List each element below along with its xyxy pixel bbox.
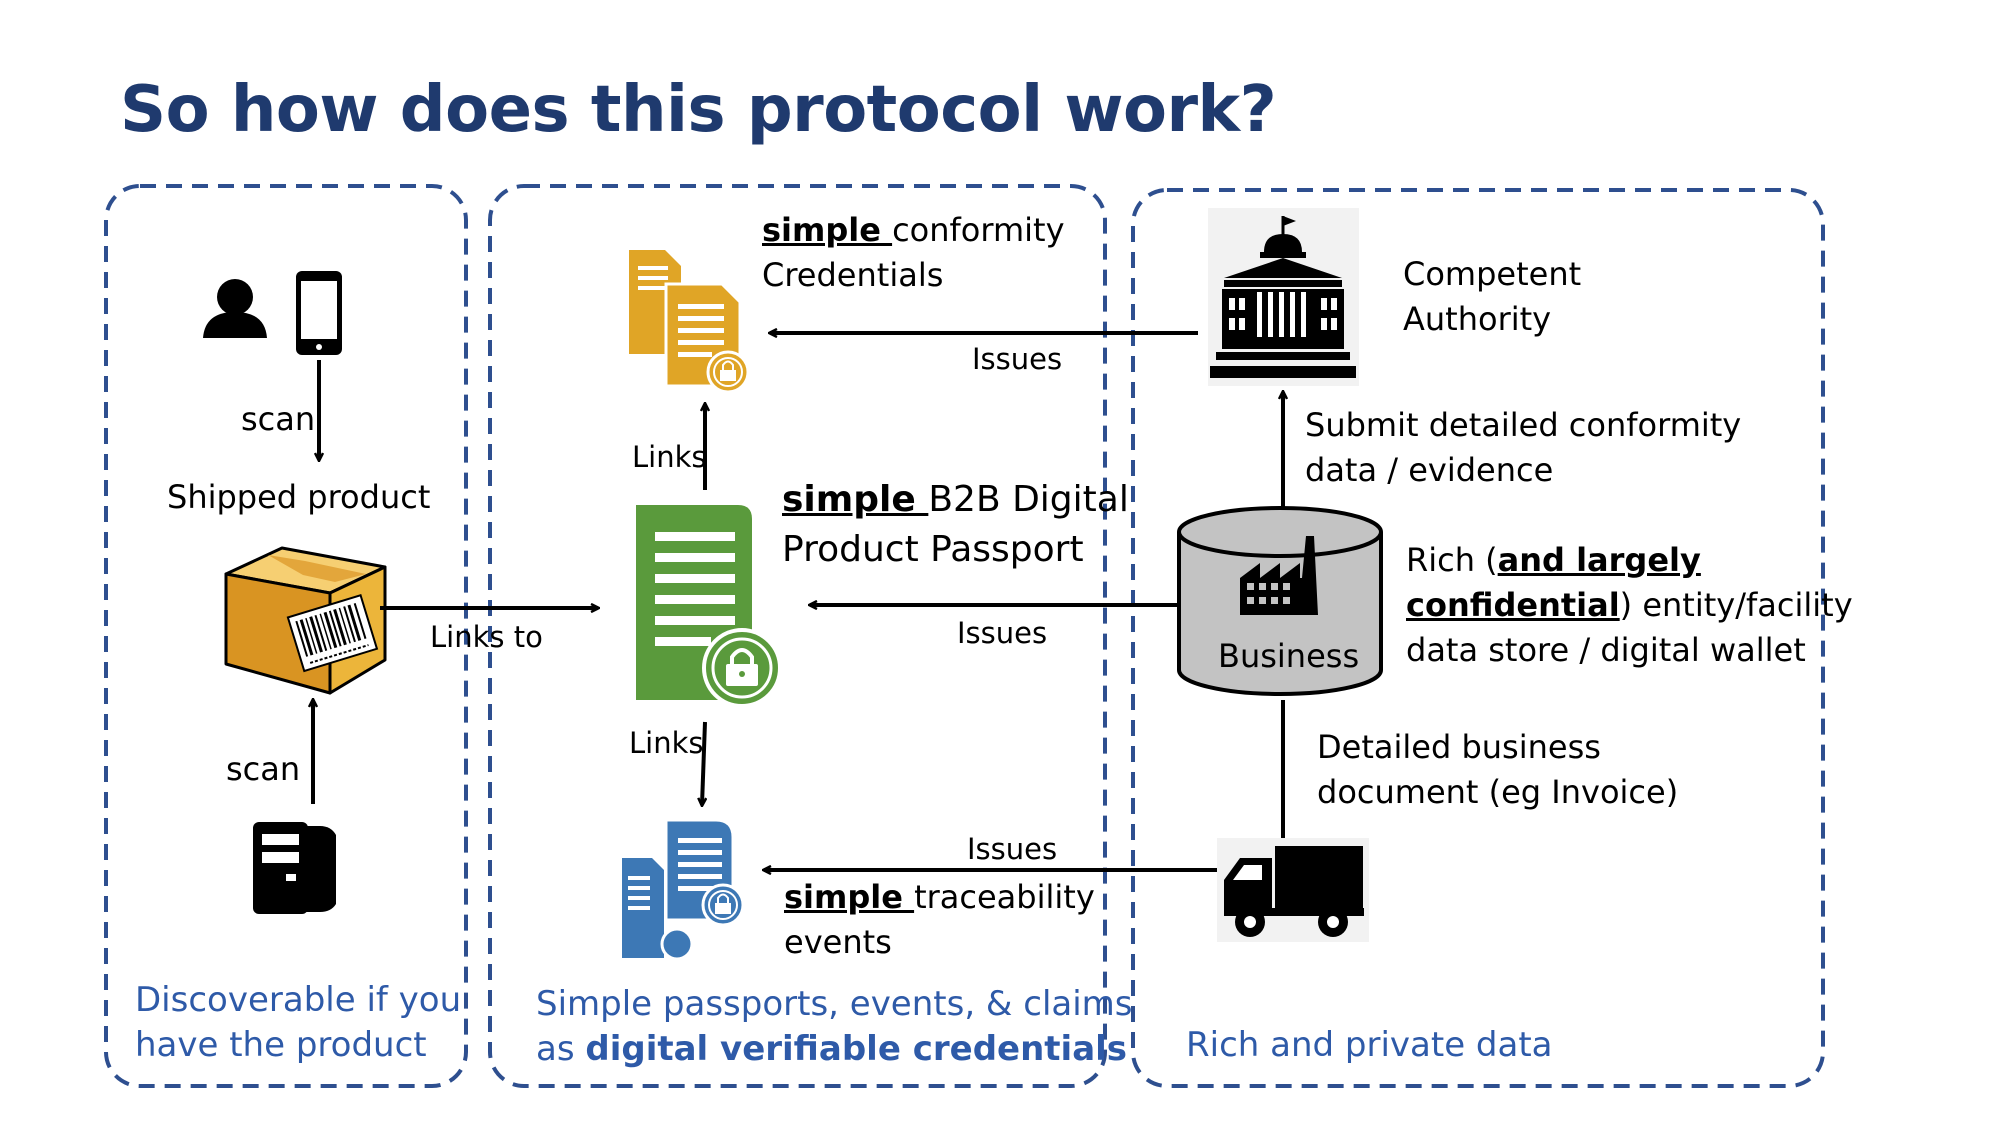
middle-panel-caption-line2: as digital verifiable credentials	[536, 1029, 1127, 1070]
passport-label-line2: Product Passport	[782, 529, 1084, 570]
rich-label-emphasis-1: and largely	[1497, 541, 1701, 579]
rich-data-label-line1: Rich (and largely	[1406, 541, 1701, 579]
passport-simple-emphasis: simple	[782, 479, 929, 520]
conformity-credentials-label-line1: simple conformity	[762, 211, 1065, 249]
rich-label-suffix: ) entity/facility	[1619, 586, 1853, 624]
rich-data-label-line2: confidential) entity/facility	[1406, 586, 1853, 624]
shipped-product-label: Shipped product	[167, 478, 431, 516]
detailed-document-label-line1: Detailed business	[1317, 728, 1601, 766]
submit-conformity-label-line2: data / evidence	[1305, 451, 1554, 489]
page-title: So how does this protocol work?	[120, 73, 1277, 147]
middle-caption-bold: digital verifiable credentials	[585, 1029, 1128, 1069]
conformity-credential-icon	[629, 250, 750, 394]
issues-label-business: Issues	[957, 616, 1048, 650]
passport-document-icon	[636, 505, 782, 708]
computer-icon	[253, 822, 336, 914]
issues-label-truck: Issues	[967, 832, 1058, 866]
links-up-label: Links	[632, 440, 707, 474]
conformity-simple-emphasis: simple	[762, 211, 893, 249]
phone-icon	[296, 271, 342, 355]
middle-caption-prefix: as	[536, 1029, 586, 1069]
traceability-simple-emphasis: simple	[784, 878, 915, 916]
rich-data-label-line3: data store / digital wallet	[1406, 631, 1806, 669]
left-panel-caption-line2: have the product	[135, 1025, 427, 1065]
scan-label-bottom: scan	[226, 750, 301, 788]
submit-conformity-label-line1: Submit detailed conformity	[1305, 406, 1742, 444]
traceability-events-label-line1: simple traceability	[784, 878, 1095, 916]
scan-label-top: scan	[241, 400, 316, 438]
traceability-events-label-line2: events	[784, 923, 892, 961]
rich-label-prefix: Rich (	[1406, 541, 1498, 579]
passport-label-rest: B2B Digital	[928, 479, 1129, 520]
business-label: Business	[1218, 637, 1360, 675]
government-building-icon	[1208, 208, 1359, 386]
conformity-credentials-label-line2: Credentials	[762, 256, 944, 294]
issues-label-authority: Issues	[972, 342, 1063, 376]
traceability-event-icon	[622, 818, 745, 961]
passport-label-line1: simple B2B Digital	[782, 478, 1129, 521]
person-icon	[203, 279, 267, 338]
right-panel-caption: Rich and private data	[1186, 1025, 1553, 1065]
links-down-label: Links	[629, 726, 704, 760]
left-panel-caption-line1: Discoverable if you	[135, 980, 462, 1020]
traceability-label-rest: traceability	[914, 878, 1095, 916]
middle-panel-caption-line1: Simple passports, events, & claims	[536, 984, 1133, 1024]
competent-authority-label-line2: Authority	[1403, 300, 1552, 338]
conformity-label-rest: conformity	[892, 211, 1065, 249]
competent-authority-label-line1: Competent	[1403, 255, 1582, 293]
truck-icon	[1217, 838, 1369, 942]
links-to-label: Links to	[430, 620, 543, 654]
rich-label-emphasis-2: confidential	[1406, 586, 1620, 624]
detailed-document-label-line2: document (eg Invoice)	[1317, 773, 1679, 811]
